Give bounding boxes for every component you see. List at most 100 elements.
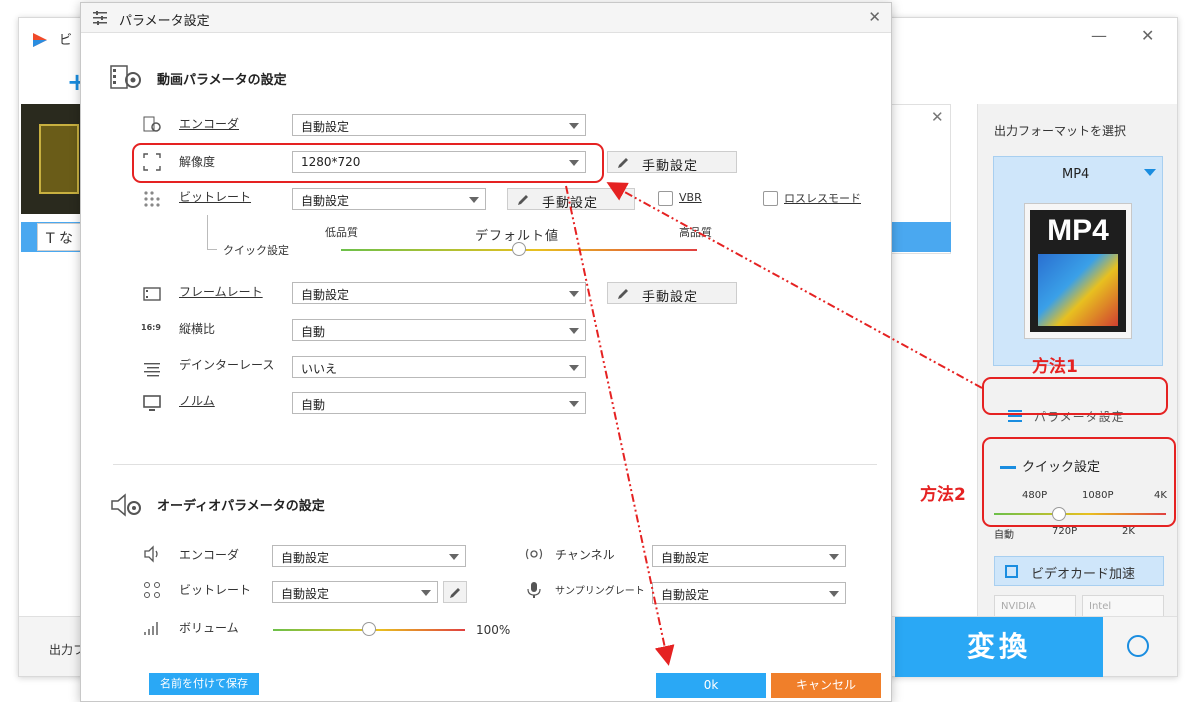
minimize-icon[interactable]: — [1091, 26, 1107, 45]
sliders-icon [93, 11, 107, 25]
parameter-button-highlight [982, 377, 1168, 415]
bitrate-manual-button[interactable]: 手動設定 [507, 188, 635, 211]
microphone-icon [527, 582, 541, 598]
audio-encoder-label: エンコーダ [179, 548, 240, 562]
framerate-icon [143, 287, 161, 301]
gpu-acceleration-label: ビデオカード加速 [1031, 567, 1136, 582]
video-encoder-label: エンコーダ [179, 117, 240, 131]
lossless-label[interactable]: ロスレスモード [784, 190, 861, 206]
audio-settings-icon [111, 493, 141, 517]
norm-label: ノルム [179, 394, 215, 408]
vbr-checkbox[interactable] [658, 191, 673, 206]
ok-button[interactable]: 0k [656, 673, 766, 698]
remove-file-icon[interactable]: ✕ [931, 108, 944, 126]
quick-tick-720p: 720P [1052, 526, 1078, 537]
video-section-title: 動画パラメータの設定 [157, 73, 287, 88]
audio-bitrate-value: 自動設定 [281, 587, 330, 601]
deinterlace-select[interactable]: いいえ [292, 356, 586, 378]
close-icon[interactable]: ✕ [1141, 26, 1154, 45]
audio-bitrate-select[interactable]: 自動設定 [272, 581, 438, 603]
quality-low-label: 低品質 [325, 226, 358, 239]
deinterlace-value: いいえ [301, 362, 338, 376]
chevron-down-icon [569, 365, 579, 371]
quality-slider-thumb[interactable] [512, 242, 526, 256]
aspect-ratio-select[interactable]: 自動 [292, 319, 586, 341]
chevron-down-icon [569, 328, 579, 334]
chevron-down-icon [469, 197, 479, 203]
audio-section-title: オーディオパラメータの設定 [157, 499, 325, 514]
close-icon[interactable]: ✕ [868, 8, 881, 26]
quick-settings-highlight [982, 437, 1176, 527]
framerate-manual-button[interactable]: 手動設定 [607, 282, 737, 305]
channel-icon [525, 548, 543, 560]
resolution-manual-button[interactable]: 手動設定 [607, 151, 737, 174]
deinterlace-label: デインターレース [179, 358, 275, 372]
framerate-label: フレームレート [179, 285, 263, 299]
parameter-dialog: パラメータ設定 ✕ 動画パラメータの設定 エンコーダ 自動設定 解像度 1280… [80, 2, 892, 702]
dialog-title-bar: パラメータ設定 ✕ [81, 3, 891, 33]
method2-annotation: 方法2 [920, 485, 966, 505]
chevron-down-icon [829, 554, 839, 560]
monitor-icon [143, 395, 161, 411]
gpu-acceleration-button[interactable]: ビデオカード加速 [994, 556, 1164, 586]
aspect-ratio-icon: 16:9 [141, 323, 161, 332]
framerate-manual-label: 手動設定 [642, 290, 699, 305]
resolution-highlight [132, 143, 604, 183]
video-bitrate-select[interactable]: 自動設定 [292, 188, 486, 210]
norm-value: 自動 [301, 398, 326, 412]
chevron-down-icon [569, 401, 579, 407]
video-bitrate-label: ビットレート [179, 190, 252, 204]
deinterlace-icon [144, 363, 160, 377]
chip-icon [1005, 565, 1018, 578]
bitrate-manual-label: 手動設定 [542, 196, 599, 211]
framerate-select[interactable]: 自動設定 [292, 282, 586, 304]
channel-value: 自動設定 [661, 551, 710, 565]
sample-rate-value: 自動設定 [661, 588, 710, 602]
video-thumbnail[interactable] [21, 104, 81, 214]
alarm-clock-icon[interactable] [1127, 635, 1149, 657]
sample-rate-label: サンプリングレート [555, 586, 645, 597]
save-as-button[interactable]: 名前を付けて保存 [149, 673, 259, 695]
resolution-manual-label: 手動設定 [642, 159, 699, 174]
audio-bitrate-icon [144, 582, 160, 598]
method1-annotation: 方法1 [1032, 357, 1078, 377]
audio-encoder-value: 自動設定 [281, 551, 330, 565]
vbr-label[interactable]: VBR [679, 191, 702, 204]
tree-line [207, 249, 217, 250]
aspect-ratio-label: 縦横比 [179, 322, 216, 336]
format-name: MP4 [1062, 167, 1090, 182]
speaker-icon [144, 545, 158, 563]
sample-rate-select[interactable]: 自動設定 [652, 582, 846, 604]
chevron-down-icon [449, 554, 459, 560]
channel-select[interactable]: 自動設定 [652, 545, 846, 567]
pencil-icon [618, 289, 628, 299]
pencil-icon [618, 158, 628, 168]
chevron-down-icon [829, 591, 839, 597]
chevron-down-icon [569, 291, 579, 297]
pencil-icon [450, 588, 460, 598]
format-selector[interactable]: MP4 MP4 [993, 156, 1163, 366]
convert-button[interactable]: 変換 [895, 617, 1103, 677]
chevron-down-icon[interactable] [1144, 169, 1156, 176]
volume-bars-icon [144, 622, 158, 635]
volume-label: ボリューム [179, 621, 239, 635]
chevron-down-icon [421, 590, 431, 596]
bitrate-icon [144, 191, 160, 207]
norm-select[interactable]: 自動 [292, 392, 586, 414]
framerate-value: 自動設定 [301, 288, 350, 302]
audio-encoder-select[interactable]: 自動設定 [272, 545, 466, 567]
quick-tick-auto: 自動 [994, 530, 1014, 541]
lossless-checkbox[interactable] [763, 191, 778, 206]
volume-slider-thumb[interactable] [362, 622, 376, 636]
video-settings-icon [110, 65, 141, 89]
cancel-button[interactable]: キャンセル [771, 673, 881, 698]
aspect-ratio-value: 自動 [301, 325, 326, 339]
channel-label: チャンネル [555, 548, 615, 562]
audio-bitrate-edit-button[interactable] [443, 581, 467, 603]
dialog-title: パラメータ設定 [119, 14, 210, 29]
chevron-down-icon [569, 123, 579, 129]
format-icon-text: MP4 [1047, 214, 1109, 247]
pencil-icon [518, 195, 528, 205]
video-encoder-select[interactable]: 自動設定 [292, 114, 586, 136]
app-logo-icon [33, 33, 47, 47]
